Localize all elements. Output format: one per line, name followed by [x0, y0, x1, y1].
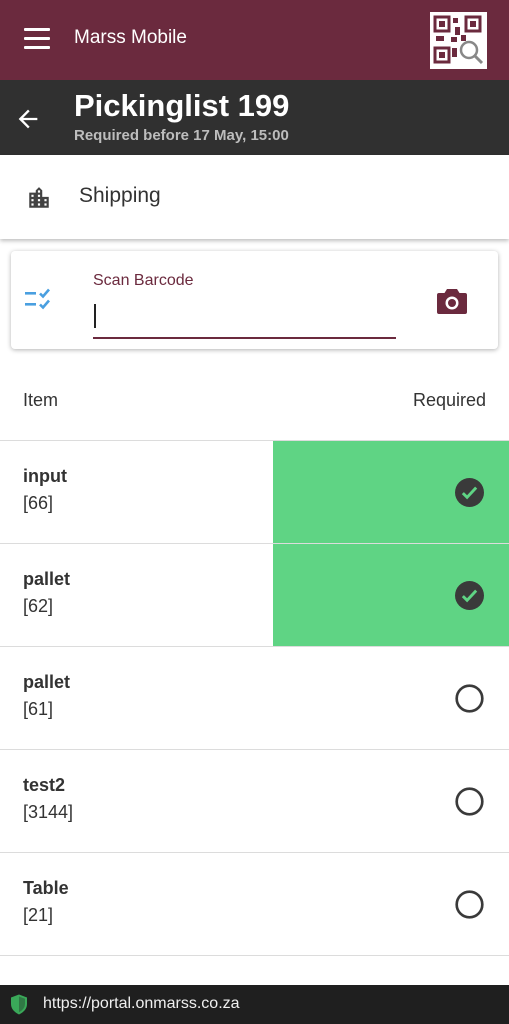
back-arrow-icon[interactable] — [14, 105, 42, 133]
table-row[interactable]: Table [21] — [0, 853, 509, 956]
scan-barcode-label: Scan Barcode — [93, 272, 194, 289]
item-code: [62] — [23, 596, 54, 616]
table-row[interactable]: pallet [61] — [0, 647, 509, 750]
column-header-required: Required — [412, 390, 486, 410]
checklist-icon — [25, 288, 50, 310]
shield-icon — [11, 994, 27, 1015]
item-code: [3144] — [23, 802, 74, 822]
building-icon — [29, 187, 49, 208]
item-name: Table — [23, 878, 69, 898]
menu-button[interactable] — [24, 28, 54, 52]
location-card[interactable]: Shipping — [0, 155, 509, 239]
item-name: input — [23, 466, 67, 486]
page-title: Pickinglist 199 — [74, 88, 290, 123]
scan-barcode-input[interactable] — [93, 299, 396, 339]
item-code: [61] — [23, 699, 54, 719]
qr-search-icon — [433, 15, 484, 65]
item-name: pallet — [23, 569, 71, 589]
item-name: pallet — [23, 672, 71, 692]
table-header: Item Required — [0, 362, 509, 441]
app-title: Marss Mobile — [74, 27, 187, 48]
text-caret — [94, 304, 96, 328]
page-subtitle: Required before 17 May, 15:00 — [74, 127, 289, 144]
item-code: [21] — [23, 905, 54, 925]
item-code: [66] — [23, 493, 54, 513]
column-header-item: Item — [23, 390, 59, 410]
item-name: test2 — [23, 775, 66, 795]
table-row[interactable]: test2 [3144] — [0, 750, 509, 853]
empty-circle-icon[interactable] — [455, 787, 484, 816]
url-text: https://portal.onmarss.co.za — [43, 995, 240, 1012]
menu-icon — [24, 28, 50, 31]
check-circle-icon[interactable] — [455, 478, 484, 507]
browser-url-bar[interactable]: https://portal.onmarss.co.za — [0, 985, 509, 1024]
qr-search-button[interactable] — [430, 12, 487, 69]
location-label: Shipping — [79, 184, 161, 207]
camera-icon[interactable] — [436, 286, 468, 316]
empty-circle-icon[interactable] — [455, 684, 484, 713]
table-row[interactable]: pallet [62] — [0, 544, 509, 647]
scan-card: Scan Barcode — [11, 251, 498, 349]
table-row[interactable]: input [66] — [0, 441, 509, 544]
empty-circle-icon[interactable] — [455, 890, 484, 919]
check-circle-icon[interactable] — [455, 581, 484, 610]
